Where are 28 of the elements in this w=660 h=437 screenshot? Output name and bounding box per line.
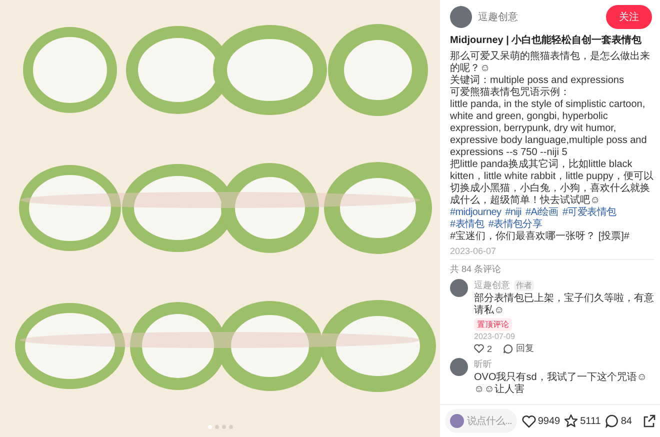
hashtag-link[interactable]: #midjourney [450,207,502,219]
hashtag-link[interactable]: #Ai绘画 [525,207,558,219]
post-text: little panda, in the style of simplistic cartoon, white and green, gongbi, hyperbolic expression, berrypunk, dry wit humor, expressive body language,multiple poss and expressions --s 750 --niji 5 [450,99,648,158]
author-badge: 作者 [514,280,534,291]
placeholder-text: 说点什么... [467,414,512,428]
post-title: Midjourney | 小白也能轻松自创一套表情包 [450,34,643,48]
post-text: 关键词：multiple poss and expressions [450,75,625,86]
hashtag-link[interactable]: #可爱表情包 [562,207,616,219]
post-text: 把little panda换成其它词，比如little black kitten，little white rabbit，little puppy，便可以切换成小黑猫，小白兔，小狗，喜欢什么就换成什么，超级简单！快去试试吧☺ [450,159,654,206]
follow-button[interactable]: 关注 [606,5,652,29]
post-text: 可爱熊猫表情包咒语示例： [450,87,571,99]
hashtag-link[interactable]: #表情包分享 [488,219,542,231]
comment-date: 2023-07-09 [474,332,516,341]
post-date: 2023-06-07 [450,246,498,256]
comment-text: OVO我只有sd，我试了一下这个咒语☺☺☺让人害 [474,372,648,396]
post-text: 那么可爱又呆萌的熊猫表情包，是怎么做出来的呢？☺ [450,51,651,74]
like-count: 2 [487,344,492,354]
comment-count: 共 84 条评论 [450,263,502,276]
reply-link[interactable]: 回复 [516,342,534,355]
comment-text: 部分表情包已上架，宝子们久等啦，有意请私☺ [474,293,654,317]
hashtag-link[interactable]: #niji [505,207,522,219]
like-count: 9949 [538,416,560,426]
author-name[interactable]: 逗趣创意 [478,10,600,24]
post-text: #宝迷们，你们最喜欢哪一张呀？ [投票]# [450,231,630,243]
comment-count: 84 [620,416,632,426]
pinned-label: 置顶评论 [474,318,512,331]
star-count: 5111 [580,416,601,426]
hashtag-link[interactable]: #表情包 [450,219,484,231]
